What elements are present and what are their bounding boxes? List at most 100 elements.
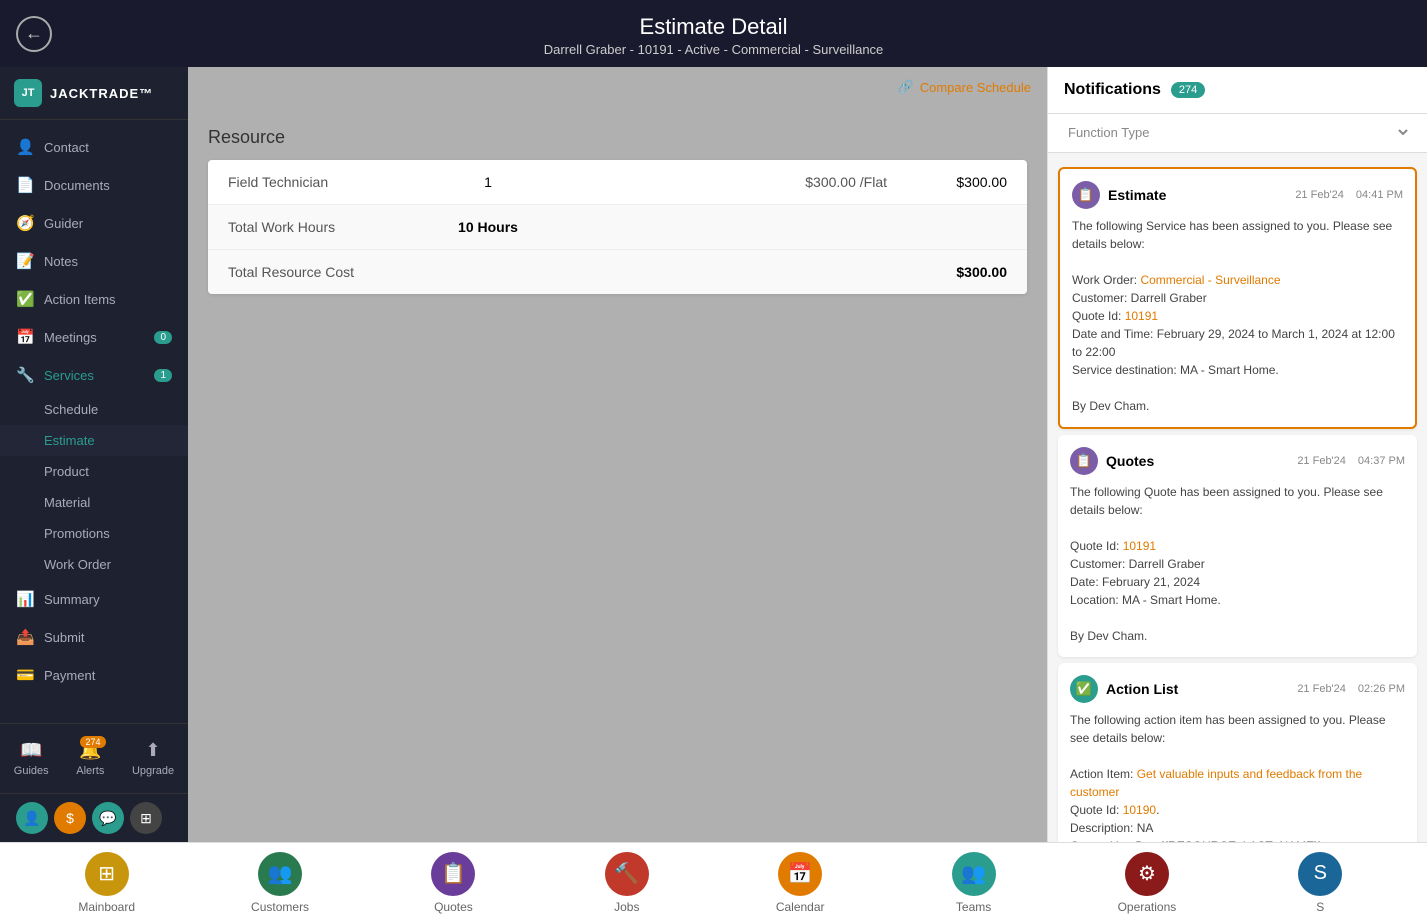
tab-operations[interactable]: ⚙ Operations [1060,852,1233,914]
dollar-icon-btn[interactable]: $ [54,802,86,834]
tab-teams[interactable]: 👥 Teams [887,852,1060,914]
sidebar-item-contact[interactable]: 👤 Contact [0,128,188,166]
total-hours-value: 10 Hours [448,219,528,235]
notifications-title: Notifications [1064,81,1161,99]
notif-date: 21 Feb'24 [1295,189,1344,201]
main-content: 🔗 Compare Schedule Resource Field Techni… [188,67,1047,842]
action-list-notif-icon: ✅ [1070,675,1098,703]
alerts-button[interactable]: 🔔 274 Alerts [68,734,112,783]
sidebar-item-payment[interactable]: 💳 Payment [0,656,188,694]
total-cost-value: $300.00 [887,264,1007,280]
function-type-select[interactable]: Function Type [1064,124,1411,141]
services-badge: 1 [154,369,172,382]
sidebar-item-label: Meetings [44,330,97,345]
tab-calendar[interactable]: 📅 Calendar [714,852,887,914]
total-cost-row: Total Resource Cost $300.00 [208,250,1027,294]
sidebar-subitem-schedule[interactable]: Schedule [0,394,188,425]
sidebar-subitem-work-order[interactable]: Work Order [0,549,188,580]
contact-icon: 👤 [16,138,34,156]
notes-icon: 📝 [16,252,34,270]
back-button[interactable]: ← [16,16,52,52]
sidebar-item-summary[interactable]: 📊 Summary [0,580,188,618]
sidebar-item-action-items[interactable]: ✅ Action Items [0,280,188,318]
notif-body-1: The following Service has been assigned … [1072,217,1403,415]
notification-item-1[interactable]: 📋 Estimate 21 Feb'24 04:41 PM The follow… [1058,167,1417,429]
table-row: Field Technician 1 $300.00 /Flat $300.00 [208,160,1027,205]
notif-body-3: The following action item has been assig… [1070,711,1405,842]
back-icon: ← [25,23,43,44]
sidebar-item-label: Services [44,368,94,383]
notification-item-3[interactable]: ✅ Action List 21 Feb'24 02:26 PM The fol… [1058,663,1417,842]
tab-s[interactable]: S S [1234,852,1407,914]
sidebar-subitem-product[interactable]: Product [0,456,188,487]
notifications-filter[interactable]: Function Type [1048,114,1427,153]
action-item-link[interactable]: Get valuable inputs and feedback from th… [1070,767,1362,799]
sidebar-subitem-estimate[interactable]: Estimate [0,425,188,456]
total-cost-label: Total Resource Cost [228,264,448,280]
alerts-label: Alerts [76,765,104,777]
tab-label-teams: Teams [956,900,991,914]
sidebar-subitem-material[interactable]: Material [0,487,188,518]
sidebar-bottom: 📖 Guides 🔔 274 Alerts ⬆ Upgrade [0,723,188,793]
quotes-notif-icon: 📋 [1070,447,1098,475]
upgrade-button[interactable]: ⬆ Upgrade [124,734,182,783]
notif-time-3: 02:26 PM [1358,683,1405,695]
notification-item-2[interactable]: 📋 Quotes 21 Feb'24 04:37 PM The followin… [1058,435,1417,657]
guider-icon: 🧭 [16,214,34,232]
s-icon: S [1298,852,1342,896]
grid-icon-btn[interactable]: ⊞ [130,802,162,834]
resource-section: Resource Field Technician 1 $300.00 /Fla… [188,107,1047,314]
tab-mainboard[interactable]: ⊞ Mainboard [20,852,193,914]
chat-icon-btn[interactable]: 💬 [92,802,124,834]
total-hours-label: Total Work Hours [228,219,448,235]
sidebar-logo: JT JACKTRADE™ [0,67,188,120]
sidebar-nav: 👤 Contact 📄 Documents 🧭 Guider 📝 Notes ✅… [0,120,188,723]
sidebar-item-label: Submit [44,630,84,645]
estimate-notif-icon: 📋 [1072,181,1100,209]
logo-icon: JT [14,79,42,107]
sidebar-item-meetings[interactable]: 📅 Meetings 0 [0,318,188,356]
sidebar-item-submit[interactable]: 📤 Submit [0,618,188,656]
meetings-badge: 0 [154,331,172,344]
documents-icon: 📄 [16,176,34,194]
resource-rate: $300.00 /Flat [528,174,887,190]
tab-label-quotes: Quotes [434,900,473,914]
sidebar-subitem-promotions[interactable]: Promotions [0,518,188,549]
sidebar-item-guider[interactable]: 🧭 Guider [0,204,188,242]
sidebar-item-label: Documents [44,178,110,193]
quotes-icon: 📋 [431,852,475,896]
notif-type-label: Estimate [1108,187,1166,203]
payment-icon: 💳 [16,666,34,684]
tab-quotes[interactable]: 📋 Quotes [367,852,540,914]
notif-date-2: 21 Feb'24 [1297,455,1346,467]
compare-schedule-button[interactable]: 🔗 Compare Schedule [898,79,1031,95]
notif-type-label-2: Quotes [1106,453,1154,469]
page-header: ← Estimate Detail Darrell Graber - 10191… [0,0,1427,67]
quote-id-link-3[interactable]: 10190 [1123,803,1156,817]
person-icon-btn[interactable]: 👤 [16,802,48,834]
quote-id-link-2[interactable]: 10191 [1123,539,1156,553]
tab-bar: ⊞ Mainboard 👥 Customers 📋 Quotes 🔨 Jobs … [0,842,1427,922]
services-icon: 🔧 [16,366,34,384]
summary-icon: 📊 [16,590,34,608]
work-order-link[interactable]: Commercial - Surveillance [1140,273,1280,287]
notif-body-2: The following Quote has been assigned to… [1070,483,1405,645]
guides-icon: 📖 [20,740,42,761]
notif-date-3: 21 Feb'24 [1297,683,1346,695]
notif-header-1: 📋 Estimate 21 Feb'24 04:41 PM [1072,181,1403,209]
sidebar-item-label: Contact [44,140,89,155]
sidebar-item-notes[interactable]: 📝 Notes [0,242,188,280]
tab-customers[interactable]: 👥 Customers [193,852,366,914]
operations-icon: ⚙ [1125,852,1169,896]
sidebar-item-services[interactable]: 🔧 Services 1 [0,356,188,394]
tab-label-s: S [1316,900,1324,914]
sidebar-item-documents[interactable]: 📄 Documents [0,166,188,204]
notif-time: 04:41 PM [1356,189,1403,201]
quote-id-link-1[interactable]: 10191 [1125,309,1158,323]
calendar-icon: 📅 [778,852,822,896]
tab-jobs[interactable]: 🔨 Jobs [540,852,713,914]
page-title: Estimate Detail [0,14,1427,40]
guides-button[interactable]: 📖 Guides [6,734,57,783]
notif-type-label-3: Action List [1106,681,1178,697]
upgrade-label: Upgrade [132,765,174,777]
